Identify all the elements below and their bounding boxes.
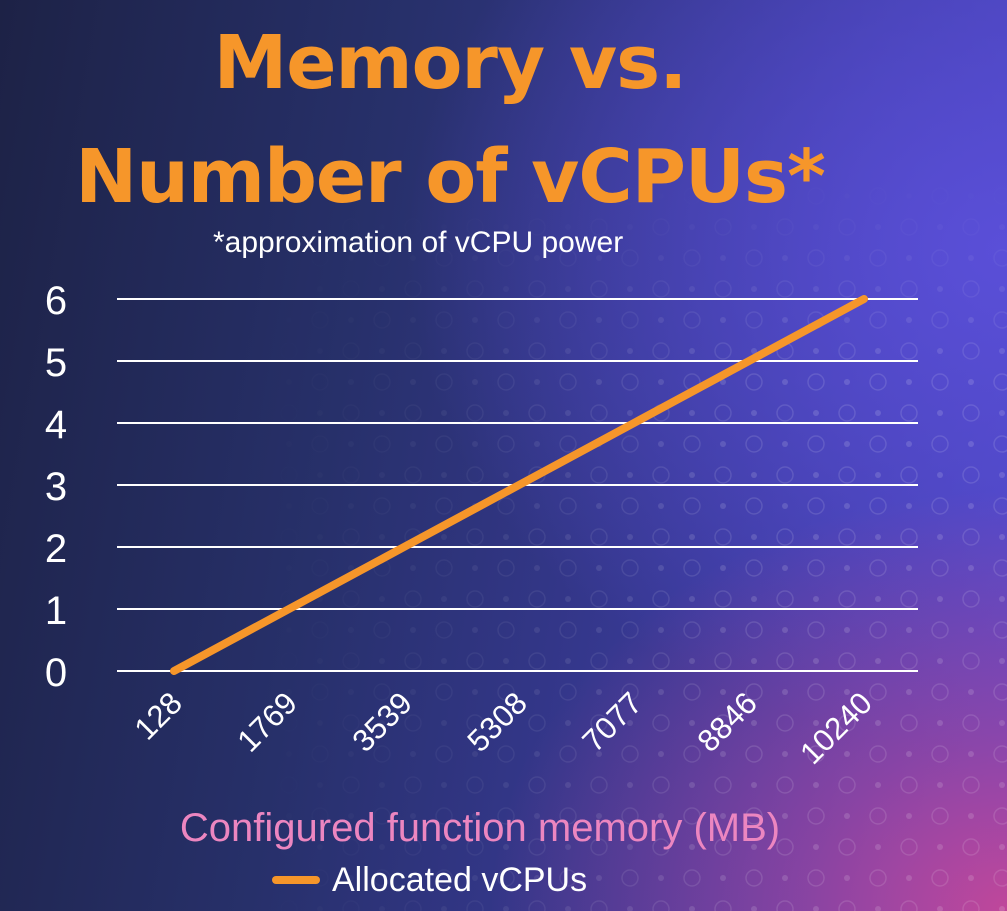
line-chart: 0 1 2 3 4 5 6 128 1769 3539 5308 7077 8846 10240 (45, 279, 918, 771)
x-tick-label: 5308 (460, 685, 534, 759)
y-tick-label: 4 (45, 403, 67, 447)
legend-label: Allocated vCPUs (332, 860, 588, 899)
y-axis-ticks: 0 1 2 3 4 5 6 (45, 279, 67, 695)
x-tick-label: 8846 (690, 685, 764, 759)
y-tick-label: 2 (45, 527, 67, 571)
y-tick-label: 6 (45, 279, 67, 323)
y-tick-label: 0 (45, 651, 67, 695)
y-tick-label: 5 (45, 341, 67, 385)
x-tick-label: 1769 (230, 685, 304, 759)
legend: Allocated vCPUs (272, 858, 587, 902)
x-tick-label: 7077 (575, 685, 649, 759)
y-tick-label: 1 (45, 589, 67, 633)
x-axis-label: Configured function memory (MB) (179, 806, 781, 850)
x-tick-label: 10240 (793, 685, 879, 771)
y-tick-label: 3 (45, 465, 67, 509)
x-axis-ticks: 128 1769 3539 5308 7077 8846 10240 (128, 685, 879, 771)
x-tick-label: 3539 (345, 685, 419, 759)
x-tick-label: 128 (128, 685, 189, 746)
legend-swatch-allocated-vcpus (272, 876, 320, 884)
